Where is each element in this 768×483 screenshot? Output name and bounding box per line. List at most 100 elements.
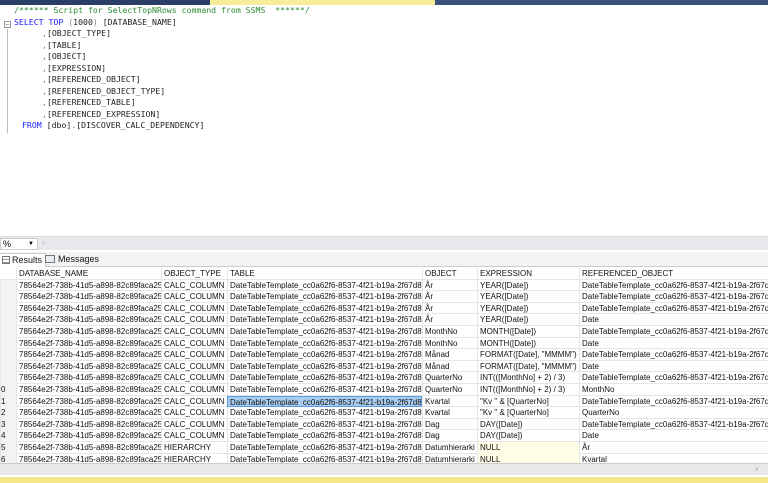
table-cell[interactable]: YEAR([Date]) — [477, 291, 579, 303]
column-header[interactable]: OBJECT — [422, 268, 477, 280]
table-cell[interactable]: 78564e2f-738b-41d5-a898-82c89faca25c — [16, 314, 161, 326]
table-cell[interactable]: 78564e2f-738b-41d5-a898-82c89faca25c — [16, 453, 161, 463]
table-cell[interactable]: DateTableTemplate_cc0a62f6-8537-4f21-b19… — [227, 372, 422, 384]
table-cell[interactable]: DateTableTemplate_cc0a62f6-8537-4f21-b19… — [227, 430, 422, 442]
table-cell[interactable]: 78564e2f-738b-41d5-a898-82c89faca25c — [16, 442, 161, 454]
row-number[interactable]: 0 — [0, 384, 16, 396]
table-cell[interactable]: 78564e2f-738b-41d5-a898-82c89faca25c — [16, 395, 161, 408]
table-cell[interactable]: DateTableTemplate_cc0a62f6-8537-4f21-b19… — [227, 279, 422, 292]
table-cell[interactable]: CALC_COLUMN — [161, 349, 227, 361]
table-row[interactable]: 78564e2f-738b-41d5-a898-82c89faca25c CALC… — [0, 302, 768, 315]
table-cell[interactable]: YEAR([Date]) — [477, 279, 579, 292]
row-number[interactable] — [0, 349, 16, 361]
table-cell[interactable]: 78564e2f-738b-41d5-a898-82c89faca25c — [16, 326, 161, 338]
horizontal-scrollbar[interactable]: › — [0, 463, 768, 475]
table-row[interactable]: 78564e2f-738b-41d5-a898-82c89faca25c CALC… — [0, 360, 768, 373]
table-cell[interactable]: Datumhierarki — [422, 453, 477, 463]
table-row[interactable]: 78564e2f-738b-41d5-a898-82c89faca25c CALC… — [0, 337, 768, 350]
table-row[interactable]: 78564e2f-738b-41d5-a898-82c89faca25c CALC… — [0, 349, 768, 361]
table-cell[interactable]: CALC_COLUMN — [161, 314, 227, 326]
table-cell[interactable]: 78564e2f-738b-41d5-a898-82c89faca25c — [16, 384, 161, 396]
table-cell[interactable]: År — [579, 442, 768, 454]
table-cell[interactable]: 78564e2f-738b-41d5-a898-82c89faca25c — [16, 337, 161, 350]
table-row[interactable]: 2 78564e2f-738b-41d5-a898-82c89faca25c CAL… — [0, 407, 768, 419]
zoom-select[interactable]: % ▼ — [0, 238, 38, 250]
table-cell[interactable]: År — [422, 302, 477, 315]
table-cell[interactable]: CALC_COLUMN — [161, 407, 227, 419]
row-number[interactable]: 6 — [0, 453, 16, 463]
row-number[interactable]: 3 — [0, 418, 16, 431]
table-cell[interactable]: DateTableTemplate_cc0a62f6-8537-4f21-b19… — [227, 291, 422, 303]
table-cell[interactable]: 78564e2f-738b-41d5-a898-82c89faca25c — [16, 418, 161, 431]
table-cell[interactable]: DateTableTemplate_cc0a62f6-8537-4f21-b19… — [579, 302, 768, 315]
table-cell[interactable]: MONTH([Date]) — [477, 326, 579, 338]
table-cell[interactable]: DateTableTemplate_cc0a62f6-8537-4f21-b19… — [227, 349, 422, 361]
table-cell[interactable]: CALC_COLUMN — [161, 372, 227, 384]
column-header[interactable]: REFERENCED_OBJECT — [579, 268, 768, 280]
table-cell[interactable]: DateTableTemplate_cc0a62f6-8537-4f21-b19… — [227, 395, 422, 408]
column-header[interactable]: TABLE — [227, 268, 422, 280]
table-row[interactable]: 3 78564e2f-738b-41d5-a898-82c89faca25c CAL… — [0, 418, 768, 431]
table-cell[interactable]: Kvartal — [579, 453, 768, 463]
table-cell[interactable]: 78564e2f-738b-41d5-a898-82c89faca25c — [16, 430, 161, 442]
table-cell[interactable]: CALC_COLUMN — [161, 291, 227, 303]
table-cell[interactable]: Månad — [422, 360, 477, 373]
table-cell[interactable]: 78564e2f-738b-41d5-a898-82c89faca25c — [16, 360, 161, 373]
table-row[interactable]: 78564e2f-738b-41d5-a898-82c89faca25c CALC… — [0, 372, 768, 384]
table-cell[interactable]: FORMAT([Date], "MMMM") — [477, 349, 579, 361]
table-cell[interactable]: DateTableTemplate_cc0a62f6-8537-4f21-b19… — [579, 349, 768, 361]
table-cell[interactable]: DateTableTemplate_cc0a62f6-8537-4f21-b19… — [227, 337, 422, 350]
table-row[interactable]: 4 78564e2f-738b-41d5-a898-82c89faca25c CAL… — [0, 430, 768, 442]
table-cell[interactable]: MonthNo — [422, 326, 477, 338]
table-cell[interactable]: QuarterNo — [422, 384, 477, 396]
table-cell[interactable]: MONTH([Date]) — [477, 337, 579, 350]
table-row[interactable]: 78564e2f-738b-41d5-a898-82c89faca25c CALC… — [0, 326, 768, 338]
row-number[interactable] — [0, 291, 16, 303]
table-cell[interactable]: DateTableTemplate_cc0a62f6-8537-4f21-b19… — [227, 326, 422, 338]
table-cell[interactable]: 78564e2f-738b-41d5-a898-82c89faca25c — [16, 291, 161, 303]
tab-messages[interactable]: Messages — [42, 253, 102, 267]
table-cell[interactable]: DateTableTemplate_cc0a62f6-8537-4f21-b19… — [579, 395, 768, 408]
table-cell[interactable]: DateTableTemplate_cc0a62f6-8537-4f21-b19… — [227, 407, 422, 419]
table-cell[interactable]: DAY([Date]) — [477, 418, 579, 431]
row-number[interactable]: 2 — [0, 407, 16, 419]
table-cell[interactable]: DateTableTemplate_cc0a62f6-8537-4f21-b19… — [579, 418, 768, 431]
table-row[interactable]: 6 78564e2f-738b-41d5-a898-82c89faca25c HIE… — [0, 453, 768, 463]
scroll-right-icon[interactable]: › — [755, 464, 758, 473]
row-number[interactable] — [0, 279, 16, 292]
table-cell[interactable]: Date — [579, 360, 768, 373]
table-cell[interactable]: Datumhierarki — [422, 442, 477, 454]
table-cell[interactable]: DateTableTemplate_cc0a62f6-8537-4f21-b19… — [579, 279, 768, 292]
table-cell[interactable]: "Kv " & [QuarterNo] — [477, 407, 579, 419]
table-cell[interactable]: Kvartal — [422, 407, 477, 419]
table-cell[interactable]: NULL — [477, 442, 579, 454]
table-row[interactable]: 5 78564e2f-738b-41d5-a898-82c89faca25c HIE… — [0, 442, 768, 454]
table-cell[interactable]: DateTableTemplate_cc0a62f6-8537-4f21-b19… — [227, 384, 422, 396]
table-cell[interactable]: Dag — [422, 418, 477, 431]
table-cell[interactable]: Kvartal — [422, 395, 477, 408]
table-cell[interactable]: CALC_COLUMN — [161, 337, 227, 350]
row-number[interactable]: 1 — [0, 395, 16, 408]
table-row[interactable]: 0 78564e2f-738b-41d5-a898-82c89faca25c CAL… — [0, 384, 768, 396]
table-cell[interactable]: DateTableTemplate_cc0a62f6-8537-4f21-b19… — [227, 453, 422, 463]
table-row[interactable]: 1 78564e2f-738b-41d5-a898-82c89faca25c CAL… — [0, 395, 768, 408]
table-cell[interactable]: 78564e2f-738b-41d5-a898-82c89faca25c — [16, 372, 161, 384]
row-number[interactable] — [0, 372, 16, 384]
table-cell[interactable]: QuarterNo — [422, 372, 477, 384]
table-row[interactable]: 78564e2f-738b-41d5-a898-82c89faca25c CALC… — [0, 291, 768, 303]
table-cell[interactable]: CALC_COLUMN — [161, 418, 227, 431]
table-cell[interactable]: DateTableTemplate_cc0a62f6-8537-4f21-b19… — [227, 418, 422, 431]
table-cell[interactable]: CALC_COLUMN — [161, 302, 227, 315]
table-row[interactable]: 78564e2f-738b-41d5-a898-82c89faca25c CALC… — [0, 314, 768, 326]
scroll-left-icon[interactable]: ‹ — [42, 237, 45, 247]
table-cell[interactable]: YEAR([Date]) — [477, 314, 579, 326]
tab-results[interactable]: Results — [0, 253, 47, 267]
collapse-icon[interactable]: − — [4, 21, 11, 28]
table-cell[interactable]: Date — [579, 430, 768, 442]
table-cell[interactable]: "Kv " & [QuarterNo] — [477, 395, 579, 408]
table-cell[interactable]: År — [422, 314, 477, 326]
table-cell[interactable]: HIERARCHY — [161, 453, 227, 463]
table-cell[interactable]: 78564e2f-738b-41d5-a898-82c89faca25c — [16, 349, 161, 361]
table-cell[interactable]: CALC_COLUMN — [161, 395, 227, 408]
table-cell[interactable]: År — [422, 291, 477, 303]
